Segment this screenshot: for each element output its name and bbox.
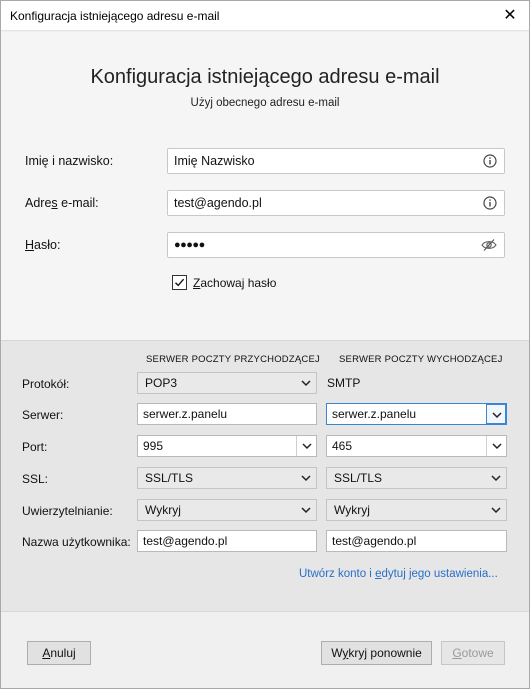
email-label: Adres e-mail: — [25, 196, 99, 210]
chevron-down-icon — [491, 507, 501, 514]
retest-label-part: W — [331, 646, 343, 660]
auth-label: Uwierzytelnianie: — [22, 504, 113, 518]
done-button[interactable]: Gotowe — [441, 641, 505, 665]
chevron-down-icon — [301, 380, 311, 387]
username-label: Nazwa użytkownika: — [22, 535, 131, 549]
remember-password-label[interactable]: Zachowaj hasło — [193, 276, 276, 290]
incoming-username-input[interactable]: test@agendo.pl — [137, 530, 317, 552]
incoming-auth-value: Wykryj — [145, 503, 181, 517]
incoming-server-value: serwer.z.panelu — [143, 407, 228, 421]
window-title: Konfiguracja istniejącego adresu e-mail — [10, 9, 220, 23]
incoming-protocol-value: POP3 — [145, 376, 178, 390]
outgoing-username-input[interactable]: test@agendo.pl — [326, 530, 507, 552]
outgoing-auth-select[interactable]: Wykryj — [326, 499, 507, 521]
outgoing-ssl-select[interactable]: SSL/TLS — [326, 467, 507, 489]
incoming-ssl-value: SSL/TLS — [145, 471, 194, 485]
done-label: otowe — [461, 646, 494, 660]
server-settings-panel: SERWER POCZTY PRZYCHODZĄCEJ SERWER POCZT… — [1, 340, 529, 612]
email-label-part: e-mail: — [57, 196, 99, 210]
name-label: Imię i nazwisko: — [25, 154, 114, 168]
incoming-auth-select[interactable]: Wykryj — [137, 499, 317, 521]
checkmark-icon — [175, 278, 185, 287]
retest-button[interactable]: Wykryj ponownie — [321, 641, 432, 665]
advanced-link-part: Utwórz konto i — [299, 568, 376, 580]
info-icon[interactable] — [483, 196, 497, 210]
dialog-window: Konfiguracja istniejącego adresu e-mail … — [0, 0, 530, 689]
close-icon[interactable]: ✕ — [499, 5, 521, 27]
outgoing-port-value: 465 — [332, 439, 353, 453]
chevron-down-icon — [492, 443, 502, 450]
cancel-label: nuluj — [50, 646, 76, 660]
page-subtitle: Użyj obecnego adresu e-mail — [190, 97, 340, 109]
title-bar: Konfiguracja istniejącego adresu e-mail … — [1, 1, 529, 31]
cancel-button[interactable]: Anuluj — [27, 641, 91, 665]
password-label-part: asło: — [34, 238, 61, 252]
outgoing-username-value: test@agendo.pl — [332, 534, 417, 548]
protocol-label: Protokół: — [22, 377, 70, 391]
remember-password-checkbox[interactable] — [172, 275, 187, 290]
chevron-down-icon — [492, 412, 502, 419]
incoming-server-input[interactable]: serwer.z.panelu — [137, 403, 317, 425]
email-value: test@agendo.pl — [174, 196, 262, 210]
password-field[interactable]: ●●●●● — [167, 232, 505, 258]
email-field[interactable]: test@agendo.pl — [167, 190, 505, 216]
chevron-down-icon — [302, 443, 312, 450]
name-value: Imię Nazwisko — [174, 154, 255, 168]
outgoing-port-combobox[interactable]: 465 — [326, 435, 507, 457]
password-value: ●●●●● — [174, 239, 205, 251]
eye-slash-icon[interactable] — [481, 238, 497, 252]
ssl-label: SSL: — [22, 472, 49, 486]
outgoing-port-dropdown-button[interactable] — [486, 436, 506, 456]
remember-label-part: achowaj hasło — [200, 276, 277, 290]
outgoing-protocol-value: SMTP — [327, 376, 361, 390]
retest-label-part: kryj ponownie — [348, 646, 422, 660]
password-label-accel: H — [25, 238, 35, 252]
incoming-server-header: SERWER POCZTY PRZYCHODZĄCEJ — [146, 354, 320, 365]
outgoing-server-value: serwer.z.panelu — [332, 407, 417, 421]
password-label: Hasło: — [25, 238, 60, 252]
advanced-link-part: dytuj jego ustawienia... — [381, 568, 498, 580]
info-icon[interactable] — [483, 154, 497, 168]
outgoing-server-combobox[interactable]: serwer.z.panelu — [326, 403, 507, 425]
chevron-down-icon — [491, 475, 501, 482]
account-section: Konfiguracja istniejącego adresu e-mail … — [1, 32, 529, 340]
incoming-port-value: 995 — [143, 439, 164, 453]
incoming-protocol-select[interactable]: POP3 — [137, 372, 317, 394]
email-label-part: Adre — [25, 196, 52, 210]
server-label: Serwer: — [22, 408, 64, 422]
done-accel: G — [452, 646, 462, 660]
incoming-port-combobox[interactable]: 995 — [137, 435, 317, 457]
incoming-username-value: test@agendo.pl — [143, 534, 228, 548]
incoming-ssl-select[interactable]: SSL/TLS — [137, 467, 317, 489]
name-field[interactable]: Imię Nazwisko — [167, 148, 505, 174]
page-title: Konfiguracja istniejącego adresu e-mail — [90, 66, 440, 88]
advanced-config-link[interactable]: Utwórz konto i edytuj jego ustawienia... — [299, 568, 498, 580]
outgoing-auth-value: Wykryj — [334, 503, 370, 517]
outgoing-server-dropdown-button[interactable] — [486, 404, 506, 424]
outgoing-server-header: SERWER POCZTY WYCHODZĄCEJ — [339, 354, 503, 365]
chevron-down-icon — [301, 507, 311, 514]
incoming-port-dropdown-button[interactable] — [296, 436, 316, 456]
port-label: Port: — [22, 440, 48, 454]
chevron-down-icon — [301, 475, 311, 482]
outgoing-ssl-value: SSL/TLS — [334, 471, 383, 485]
